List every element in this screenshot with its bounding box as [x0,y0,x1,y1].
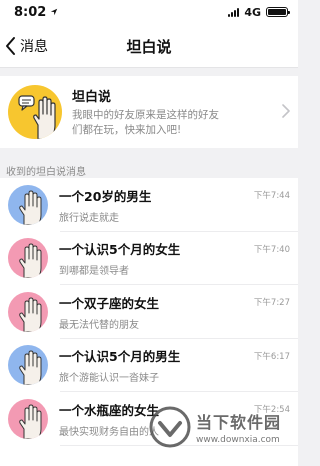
location-arrow-icon [51,8,58,16]
status-time-group: 8:02 [14,5,58,20]
status-time: 8:02 [14,4,47,20]
message-subtitle: 到哪都是领导者 [59,266,129,278]
battery-icon [266,7,290,17]
message-item[interactable]: 一个20岁的男生 旅行说走就走 下午7:44 [0,178,298,232]
message-time: 下午7:27 [253,298,290,308]
message-time: 下午6:17 [253,351,290,362]
chevron-right-icon [282,104,290,118]
hand-avatar-icon [8,345,48,386]
feature-description: 我眼中的好友原来是这样的好友们都在玩，快来加入吧! [72,109,219,136]
feature-title: 坦白说 [72,90,112,105]
feature-text: 坦白说 我眼中的好友原来是这样的好友们都在玩，快来加入吧! [72,86,298,138]
message-time: 下午7:40 [253,244,290,255]
message-time: 下午7:44 [253,191,290,201]
message-subtitle: 最无法代替的朋友 [59,319,139,331]
message-item[interactable]: 一个认识5个月的女生 到哪都是领导者 下午7:40 [0,232,298,286]
message-item[interactable]: 一个认识5个月的男生 旅个游能认识一沓妹子 下午6:17 [0,339,298,393]
signal-bars-icon [228,7,240,17]
back-button[interactable]: 消息 [4,24,48,68]
hand-avatar-icon [8,398,48,439]
status-right: 4G [228,5,290,19]
back-label: 消息 [20,39,48,55]
message-list: 一个20岁的男生 旅行说走就走 下午7:44 一个认识5个月的女生 到哪都是领导… [0,178,298,466]
hand-avatar-icon [8,291,48,332]
message-subtitle: 最快实现财务自由的人 [59,426,159,438]
hand-avatar-icon [8,184,48,225]
message-item[interactable]: 一个水瓶座的女生 最快实现财务自由的人 下午2:54 [0,392,298,446]
status-bar: 8:02 4G [0,0,298,24]
message-item[interactable]: 一个双子座的女生 最无法代替的朋友 下午7:27 [0,285,298,339]
network-type: 4G [244,5,261,19]
message-subtitle: 旅个游能认识一沓妹子 [59,373,159,385]
message-time: 下午2:54 [253,405,290,415]
section-header: 收到的坦白说消息 [6,167,86,178]
nav-bar: 消息 坦白说 [0,24,298,68]
back-chevron-icon [6,37,15,55]
hand-avatar-icon [8,85,62,139]
message-subtitle: 旅行说走就走 [59,212,119,224]
feature-card[interactable]: 坦白说 我眼中的好友原来是这样的好友们都在玩，快来加入吧! [0,76,298,148]
hand-avatar-icon [8,238,48,279]
